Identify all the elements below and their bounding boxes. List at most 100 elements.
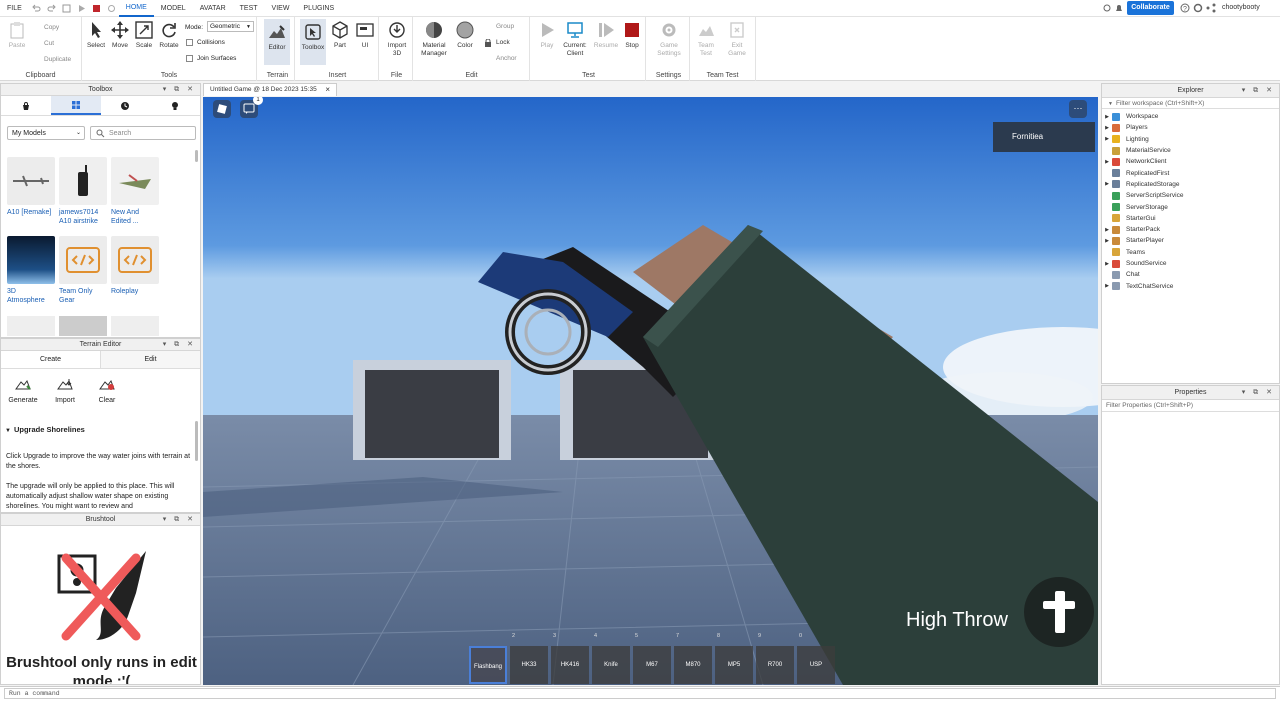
hotbar-slot[interactable]: 5 M67 — [633, 633, 671, 684]
tab-create[interactable]: Create — [1, 351, 100, 368]
username[interactable]: chootybooty — [1222, 4, 1260, 11]
menu-plugins[interactable]: PLUGINS — [296, 5, 341, 12]
hotbar-slot[interactable]: Flashbang — [469, 646, 507, 684]
model-card[interactable]: Roleplay — [111, 236, 159, 296]
hotbar-slot[interactable]: 0 USP — [797, 633, 835, 684]
explorer-item[interactable]: ServerScriptService — [1102, 190, 1279, 201]
ui-button[interactable]: UI — [355, 21, 375, 50]
group-button[interactable]: Group — [484, 23, 514, 30]
expand-arrow-icon[interactable]: ▶ — [1102, 261, 1112, 267]
import-button[interactable]: Import — [49, 377, 81, 404]
settings-icon[interactable] — [1193, 3, 1203, 15]
expand-arrow-icon[interactable]: ▶ — [1102, 283, 1112, 289]
explorer-item[interactable]: MaterialService — [1102, 145, 1279, 156]
explorer-item[interactable]: Chat — [1102, 269, 1279, 280]
menu-file[interactable]: FILE — [0, 5, 29, 12]
toolbox-button[interactable]: Toolbox — [300, 19, 326, 65]
lock-button[interactable]: Lock — [484, 38, 510, 47]
cut-button[interactable]: Cut — [33, 40, 54, 47]
share-network-icon[interactable] — [1206, 3, 1216, 15]
generate-button[interactable]: Generate — [7, 377, 39, 404]
toolbox-scrollbar[interactable] — [195, 150, 198, 162]
explorer-item[interactable]: ▶ StarterPack — [1102, 224, 1279, 235]
resume-button[interactable]: Resume — [592, 21, 620, 50]
undo-icon[interactable] — [32, 4, 41, 13]
terrain-editor-button[interactable]: Editor — [264, 19, 290, 65]
expand-arrow-icon[interactable]: ▶ — [1102, 136, 1112, 142]
current-client-button[interactable]: Current: Client — [560, 21, 590, 58]
part-button[interactable]: Part — [330, 21, 350, 50]
model-card[interactable]: A10 [Remake] — [7, 157, 55, 217]
panel-controls[interactable]: ▾ ⧉ ✕ — [163, 339, 196, 351]
hotbar-slot[interactable]: 7 M870 — [674, 633, 712, 684]
menu-model[interactable]: MODEL — [154, 5, 193, 12]
menu-view[interactable]: VIEW — [265, 5, 297, 12]
help-icon[interactable]: ? — [1180, 3, 1190, 15]
model-card[interactable]: Team Only Gear — [59, 236, 107, 305]
tab-edit[interactable]: Edit — [100, 351, 200, 368]
terrain-scrollbar[interactable] — [195, 421, 198, 461]
collisions-toggle[interactable]: Collisions — [186, 39, 225, 46]
copy-button[interactable]: Copy — [33, 24, 59, 31]
upgrade-shorelines-header[interactable]: ▼ Upgrade Shorelines — [5, 425, 85, 434]
mode-select[interactable]: Geometric ▼ — [207, 21, 254, 32]
more-options-button[interactable]: ⋯ — [1069, 100, 1087, 118]
explorer-item[interactable]: ▶ TextChatService — [1102, 280, 1279, 291]
redo-icon[interactable] — [47, 4, 56, 13]
panel-controls[interactable]: ▾ ⧉ ✕ — [1242, 386, 1275, 400]
material-manager-button[interactable]: Material Manager — [418, 21, 450, 58]
expand-arrow-icon[interactable]: ▶ — [1102, 114, 1112, 120]
model-card[interactable]: jamews7014 A10 airstrike — [59, 157, 107, 226]
explorer-item[interactable]: ▶ StarterPlayer — [1102, 235, 1279, 246]
join-surfaces-toggle[interactable]: Join Surfaces — [186, 55, 236, 62]
expand-arrow-icon[interactable]: ▶ — [1102, 181, 1112, 187]
expand-arrow-icon[interactable]: ▶ — [1102, 125, 1112, 131]
explorer-item[interactable]: ▶ Lighting — [1102, 134, 1279, 145]
join-surfaces-checkbox[interactable] — [186, 55, 193, 62]
team-test-button[interactable]: Team Test — [694, 21, 718, 58]
explorer-item[interactable]: ▶ Players — [1102, 122, 1279, 133]
menu-test[interactable]: TEST — [233, 5, 265, 12]
tab-marketplace[interactable] — [1, 96, 51, 115]
play-button[interactable]: Play — [535, 21, 559, 50]
select-button[interactable]: Select — [86, 21, 106, 50]
hotbar-slot[interactable]: 4 Knife — [592, 633, 630, 684]
tab-creations[interactable] — [150, 96, 200, 115]
stop-button[interactable]: Stop — [621, 21, 643, 50]
hotbar-slot[interactable]: 3 HK416 — [551, 633, 589, 684]
panel-controls[interactable]: ▾ ⧉ ✕ — [163, 84, 196, 96]
explorer-item[interactable]: ▶ SoundService — [1102, 258, 1279, 269]
game-scene[interactable] — [203, 97, 1098, 685]
paste-button[interactable]: Paste — [5, 21, 29, 50]
expand-arrow-icon[interactable]: ▶ — [1102, 227, 1112, 233]
model-card[interactable]: 3D Atmosphere — [7, 236, 55, 305]
explorer-item[interactable]: ReplicatedFirst — [1102, 167, 1279, 178]
category-select[interactable]: My Models ⌄ — [7, 126, 85, 140]
collisions-checkbox[interactable] — [186, 39, 193, 46]
properties-filter[interactable]: Filter Properties (Ctrl+Shift+P) — [1102, 400, 1279, 412]
anchor-button[interactable]: Anchor — [484, 55, 517, 62]
explorer-item[interactable]: Teams — [1102, 247, 1279, 258]
close-icon[interactable]: × — [325, 84, 330, 96]
color-button[interactable]: Color — [454, 21, 476, 50]
hotbar-slot[interactable]: 2 HK33 — [510, 633, 548, 684]
save-icon[interactable] — [62, 4, 71, 13]
roblox-logo-icon[interactable] — [213, 100, 231, 118]
move-button[interactable]: Move — [110, 21, 130, 50]
share-icon[interactable] — [1102, 3, 1112, 15]
panel-controls[interactable]: ▾ ⧉ ✕ — [163, 514, 196, 526]
document-tab[interactable]: Untitled Game @ 18 Dec 2023 15:35 × — [203, 83, 337, 96]
duplicate-button[interactable]: Duplicate — [33, 56, 71, 63]
stop-small-icon[interactable] — [92, 4, 101, 13]
exit-game-button[interactable]: Exit Game — [725, 21, 749, 58]
clear-button[interactable]: Clear — [91, 377, 123, 404]
model-card[interactable]: New And Edited ... — [111, 157, 159, 226]
tab-inventory[interactable] — [50, 96, 101, 115]
explorer-item[interactable]: ▶ NetworkClient — [1102, 156, 1279, 167]
throw-action-button[interactable] — [1024, 577, 1094, 647]
hotbar-slot[interactable]: 8 MP5 — [715, 633, 753, 684]
hotbar-slot[interactable]: 9 R700 — [756, 633, 794, 684]
refresh-icon[interactable] — [107, 4, 116, 13]
rotate-button[interactable]: Rotate — [158, 21, 180, 50]
toolbox-search[interactable]: Search — [90, 126, 196, 140]
